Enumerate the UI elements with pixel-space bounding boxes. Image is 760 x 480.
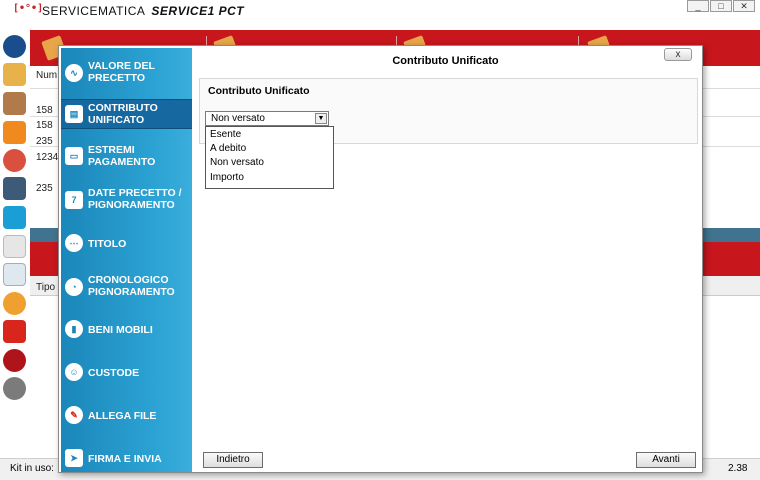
user-icon[interactable]: [3, 149, 26, 172]
dialog-title: Contributo Unificato: [392, 55, 499, 67]
option-a-debito[interactable]: A debito: [206, 142, 333, 156]
computer-icon[interactable]: [3, 177, 26, 200]
nav-item-estremi-pagamento[interactable]: ▭ ESTREMI PAGAMENTO: [61, 142, 192, 172]
receipt-icon: ▤: [65, 105, 83, 123]
app-logo: [•°•]: [13, 3, 44, 14]
app-name: SERVICEMATICA: [42, 4, 146, 18]
calendar-icon: 7: [65, 191, 83, 209]
wallet-icon[interactable]: [3, 92, 26, 115]
wizard-nav: ∿ VALORE DEL PRECETTO ▤ CONTRIBUTO UNIFI…: [61, 48, 192, 472]
back-button[interactable]: Indietro: [203, 452, 263, 468]
menu-icon[interactable]: [3, 35, 26, 58]
option-importo[interactable]: Importo: [206, 171, 333, 185]
app-title: SERVICEMATICA SERVICE1 PCT: [42, 4, 244, 18]
pie-chart-icon: ◔: [65, 278, 83, 296]
search-doc-icon[interactable]: [3, 235, 26, 258]
window-close-button[interactable]: ✕: [733, 0, 755, 12]
kit-label: Kit in uso:: [10, 463, 54, 474]
briefcase-icon[interactable]: [3, 121, 26, 144]
person-icon: ☺: [65, 363, 83, 381]
app-product: SERVICE1 PCT: [151, 4, 245, 18]
nav-item-date-precetto[interactable]: 7 DATE PRECETTO / PIGNORAMENTO: [61, 185, 192, 215]
panel-title: Contributo Unificato: [208, 85, 310, 97]
stamp-icon[interactable]: [3, 349, 26, 372]
select-value: Non versato: [211, 113, 265, 124]
next-button[interactable]: Avanti: [636, 452, 696, 468]
chevron-down-icon[interactable]: ▼: [315, 113, 327, 124]
warning-icon[interactable]: [3, 320, 26, 343]
cloud-upload-icon[interactable]: [3, 292, 26, 315]
nav-item-custode[interactable]: ☺ CUSTODE: [61, 357, 192, 387]
option-non-versato[interactable]: Non versato: [206, 156, 333, 170]
version-label: 2.38: [728, 463, 748, 474]
dots-icon: ⋯: [65, 234, 83, 252]
contributo-options: Esente A debito Non versato Importo: [205, 126, 334, 189]
door-icon: ▮: [65, 320, 83, 338]
nav-item-beni-mobili[interactable]: ▮ BENI MOBILI: [61, 314, 192, 344]
nav-item-allega-file[interactable]: ✎ ALLEGA FILE: [61, 400, 192, 430]
nav-item-valore-precetto[interactable]: ∿ VALORE DEL PRECETTO: [61, 58, 192, 88]
title-bar: [•°•] SERVICEMATICA SERVICE1 PCT _ □ ✕: [0, 0, 760, 24]
document-icon[interactable]: [3, 263, 26, 286]
dialog-close-button[interactable]: x: [664, 48, 692, 61]
send-icon: ➤: [65, 449, 83, 467]
nav-item-cronologico[interactable]: ◔ CRONOLOGICO PIGNORAMENTO: [61, 272, 192, 302]
notepad-icon[interactable]: [3, 63, 26, 86]
chat-icon[interactable]: [3, 206, 26, 229]
pin-icon: ✎: [65, 406, 83, 424]
gear-icon[interactable]: [3, 377, 26, 400]
minimize-button[interactable]: _: [687, 0, 709, 12]
nav-item-titolo[interactable]: ⋯ TITOLO: [61, 228, 192, 258]
option-esente[interactable]: Esente: [206, 128, 333, 142]
contributo-select[interactable]: Non versato ▼: [205, 111, 329, 126]
chart-line-icon: ∿: [65, 64, 83, 82]
left-toolbar: [0, 30, 30, 470]
contributo-dialog: Contributo Unificato x ∿ VALORE DEL PREC…: [58, 45, 703, 473]
nav-item-firma-invia[interactable]: ➤ FIRMA E INVIA: [61, 443, 192, 473]
card-icon: ▭: [65, 147, 83, 165]
nav-item-contributo-unificato[interactable]: ▤ CONTRIBUTO UNIFICATO: [61, 99, 192, 129]
maximize-button[interactable]: □: [710, 0, 732, 12]
